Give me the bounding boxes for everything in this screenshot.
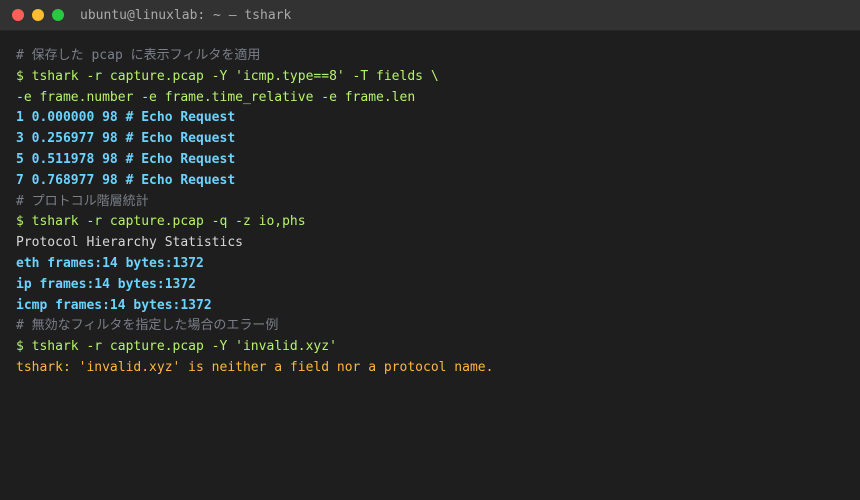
- terminal-line: Protocol Hierarchy Statistics: [16, 235, 243, 251]
- terminal-line: $ tshark -r capture.pcap -Y 'icmp.type==…: [16, 68, 439, 84]
- terminal-output[interactable]: # 保存した pcap に表示フィルタを適用 $ tshark -r captu…: [0, 31, 860, 379]
- terminal-line: 7 0.768977 98 # Echo Request: [16, 172, 236, 188]
- terminal-line: tshark: 'invalid.xyz' is neither a field…: [16, 359, 494, 375]
- terminal-line: -e frame.number -e frame.time_relative -…: [16, 89, 416, 105]
- terminal-line: 1 0.000000 98 # Echo Request: [16, 110, 236, 126]
- minimize-window-button[interactable]: [32, 9, 44, 21]
- terminal-line: # 保存した pcap に表示フィルタを適用: [16, 48, 261, 63]
- terminal-line: eth frames:14 bytes:1372: [16, 255, 204, 271]
- terminal-line: $ tshark -r capture.pcap -q -z io,phs: [16, 214, 306, 230]
- window-title: ubuntu@linuxlab: ~ — tshark: [80, 7, 292, 23]
- terminal-line: $ tshark -r capture.pcap -Y 'invalid.xyz…: [16, 339, 337, 355]
- terminal-line: 3 0.256977 98 # Echo Request: [16, 131, 236, 147]
- terminal-line: icmp frames:14 bytes:1372: [16, 297, 212, 313]
- maximize-window-button[interactable]: [52, 9, 64, 21]
- terminal-line: 5 0.511978 98 # Echo Request: [16, 151, 236, 167]
- close-window-button[interactable]: [12, 9, 24, 21]
- terminal-window: ubuntu@linuxlab: ~ — tshark # 保存した pcap …: [0, 0, 860, 500]
- terminal-line: # プロトコル階層統計: [16, 193, 149, 209]
- terminal-line: ip frames:14 bytes:1372: [16, 276, 197, 292]
- title-bar: ubuntu@linuxlab: ~ — tshark: [0, 0, 860, 31]
- terminal-line: # 無効なフィルタを指定した場合のエラー例: [16, 318, 279, 334]
